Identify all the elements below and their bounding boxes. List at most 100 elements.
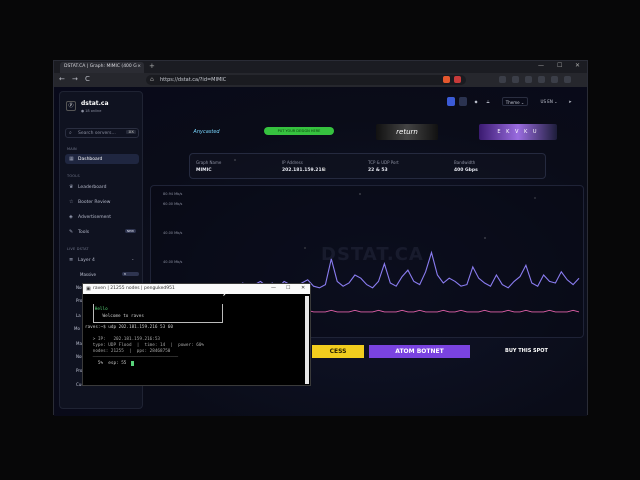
brave-shield-icon[interactable] bbox=[443, 76, 450, 83]
info-label: Bandwidth bbox=[454, 160, 476, 165]
terminal-title: raven | 21255 nodes | penguked951 bbox=[93, 286, 175, 291]
chevron-down-icon[interactable]: ⌄ bbox=[129, 257, 136, 261]
sidebar-item-advertisement[interactable]: ◈ Advertisement bbox=[65, 212, 139, 222]
ad-put-design[interactable]: PUT YOUR DESIGN HERE bbox=[264, 127, 334, 135]
profile-icon[interactable] bbox=[538, 76, 545, 83]
sidebar-item-label: Booter Review bbox=[78, 199, 111, 205]
mouse-pointer-icon: ➚ bbox=[222, 289, 230, 299]
sidebar-item-label: Leaderboard bbox=[78, 184, 107, 190]
sidebar-subitem[interactable]: La bbox=[76, 313, 81, 318]
terminal-line: ───────────────────────────────── bbox=[85, 355, 179, 360]
terminal-scrollbar[interactable] bbox=[305, 296, 309, 384]
terminal-line: Hello bbox=[87, 307, 108, 312]
info-label: TCP & UDP Port bbox=[368, 160, 399, 165]
settings-icon[interactable] bbox=[459, 97, 467, 106]
sidebar-item-label: Dashboard bbox=[78, 156, 103, 162]
sidebar-toggle-icon[interactable] bbox=[512, 76, 519, 83]
count-badge: 8 bbox=[122, 272, 139, 276]
info-value-bandwidth: 400 Gbps bbox=[454, 168, 478, 173]
search-icon: ⌕ bbox=[69, 130, 72, 136]
rewards-icon[interactable] bbox=[454, 76, 461, 83]
sidebar-item-label: Tools bbox=[78, 229, 90, 235]
extension-icon[interactable] bbox=[499, 76, 506, 83]
sidebar-item-label: Layer 4 bbox=[78, 257, 95, 263]
sidebar-item-booter-review[interactable]: ☆ Booter Review bbox=[65, 197, 139, 207]
section-tools: TOOLS bbox=[67, 174, 80, 178]
url-field[interactable]: ⌂ https://dstat.ca/?id=MIMIC bbox=[146, 75, 466, 85]
minimize-button[interactable]: — bbox=[538, 62, 544, 69]
terminal-icon: ▣ bbox=[86, 286, 91, 292]
terminal-line: > IP: 202.181.159.216:53 bbox=[85, 337, 161, 342]
wallet-icon[interactable] bbox=[525, 76, 532, 83]
vpn-icon[interactable] bbox=[551, 76, 558, 83]
banner-atom-botnet[interactable]: ATOM BOTNET bbox=[369, 345, 470, 358]
layers-icon: ≣ bbox=[69, 257, 74, 263]
browser-tab[interactable]: DSTAT.CA | Graph: MIMIC (400 G × bbox=[60, 62, 144, 73]
trophy-icon: ♛ bbox=[69, 184, 74, 190]
sidebar-subitem-massive[interactable]: Massive bbox=[80, 272, 96, 277]
terminal-maximize-button[interactable]: ☐ bbox=[286, 285, 290, 291]
terminal-line: raves:~$ udp 202.181.159.216 53 60 bbox=[85, 325, 173, 330]
section-live: LIVE DSTAT bbox=[67, 247, 89, 251]
terminal-line: nodes: 21255 | pps: 28468750 bbox=[85, 349, 171, 354]
grid-view-icon[interactable] bbox=[447, 97, 455, 106]
search-placeholder: Search servers... bbox=[78, 131, 116, 136]
brand-name[interactable]: dstat.ca bbox=[81, 100, 109, 107]
maximize-button[interactable]: ☐ bbox=[557, 62, 562, 69]
terminal-body[interactable]: Hello Welcome to raves raves:~$ udp 202.… bbox=[83, 294, 310, 387]
url-text: https://dstat.ca/?id=MIMIC bbox=[160, 77, 227, 83]
address-bar-row: ← → C ⌂ https://dstat.ca/?id=MIMIC bbox=[54, 73, 587, 87]
sidebar-item-label: Advertisement bbox=[78, 214, 112, 220]
online-count: ● 18 online bbox=[81, 109, 102, 113]
close-window-button[interactable]: ✕ bbox=[575, 62, 580, 69]
logo-icon: Ⓟ bbox=[66, 101, 76, 111]
back-button[interactable]: ← bbox=[59, 75, 65, 83]
info-label: IP Address bbox=[282, 160, 303, 165]
sidebar-item-dashboard[interactable]: ▦ Dashboard bbox=[65, 154, 139, 164]
tab-close-icon[interactable]: × bbox=[137, 64, 141, 69]
menu-icon[interactable] bbox=[564, 76, 571, 83]
send-icon[interactable]: ➤ bbox=[566, 97, 574, 106]
terminal-titlebar: ▣ raven | 21255 nodes | penguked951 — ☐ … bbox=[83, 284, 310, 294]
ad-strip: Anycasted PUT YOUR DESIGN HERE return E … bbox=[179, 124, 574, 142]
language-dropdown[interactable]: US EN ⌄ bbox=[538, 97, 560, 106]
sidebar-item-layer4[interactable]: ≣ Layer 4 ⌄ bbox=[65, 255, 139, 265]
ad-ekvku[interactable]: E K V K U bbox=[479, 124, 557, 140]
terminal-minimize-button[interactable]: — bbox=[271, 285, 276, 291]
ad-return[interactable]: return bbox=[376, 124, 438, 140]
lock-icon: ⌂ bbox=[150, 76, 154, 83]
forward-button[interactable]: → bbox=[72, 75, 78, 83]
terminal-window: ▣ raven | 21255 nodes | penguked951 — ☐ … bbox=[82, 283, 311, 386]
tab-bar: DSTAT.CA | Graph: MIMIC (400 G × + — ☐ ✕ bbox=[54, 61, 587, 73]
link-icon[interactable]: ⟁ bbox=[484, 97, 492, 106]
search-input[interactable]: ⌕ Search servers... ⌘K bbox=[65, 128, 139, 138]
terminal-line: 5% esp: 55 bbox=[85, 361, 127, 366]
server-info-box: Graph Name MIMIC IP Address 202.181.159.… bbox=[189, 153, 546, 179]
sidebar-subitem[interactable]: Mo bbox=[74, 326, 80, 331]
terminal-close-button[interactable]: ✕ bbox=[301, 285, 305, 291]
theme-dropdown[interactable]: Theme ⌄ bbox=[502, 97, 528, 106]
reload-button[interactable]: C bbox=[85, 75, 90, 83]
sidebar-item-tools[interactable]: ✎ Tools NEW bbox=[65, 227, 139, 237]
new-badge: NEW bbox=[124, 229, 136, 233]
copy-icon[interactable]: ⧉ bbox=[322, 167, 326, 173]
tab-title: DSTAT.CA | Graph: MIMIC (400 G bbox=[64, 64, 137, 69]
ad-anycasted[interactable]: Anycasted bbox=[179, 124, 234, 140]
terminal-line: Welcome to raves bbox=[87, 314, 144, 319]
wrench-icon: ✎ bbox=[69, 229, 74, 235]
sidebar-item-leaderboard[interactable]: ♛ Leaderboard bbox=[65, 182, 139, 192]
text-cursor bbox=[131, 361, 134, 366]
megaphone-icon: ◈ bbox=[69, 214, 73, 220]
new-tab-button[interactable]: + bbox=[149, 62, 155, 70]
bell-icon[interactable]: ◆ bbox=[472, 97, 480, 106]
banner-buy-spot[interactable]: BUY THIS SPOT bbox=[479, 345, 574, 358]
section-main: MAIN bbox=[67, 147, 77, 151]
info-value-ports: 22 & 53 bbox=[368, 168, 388, 173]
shortcut-badge: ⌘K bbox=[126, 130, 136, 134]
info-value-ip[interactable]: 202.181.159.216 bbox=[282, 168, 325, 173]
star-icon: ☆ bbox=[69, 199, 74, 205]
banner-ad-yellow[interactable]: CESS bbox=[312, 345, 364, 358]
info-value-graph-name: MIMIC bbox=[196, 168, 212, 173]
grid-icon: ▦ bbox=[69, 156, 74, 162]
info-label: Graph Name bbox=[196, 160, 222, 165]
